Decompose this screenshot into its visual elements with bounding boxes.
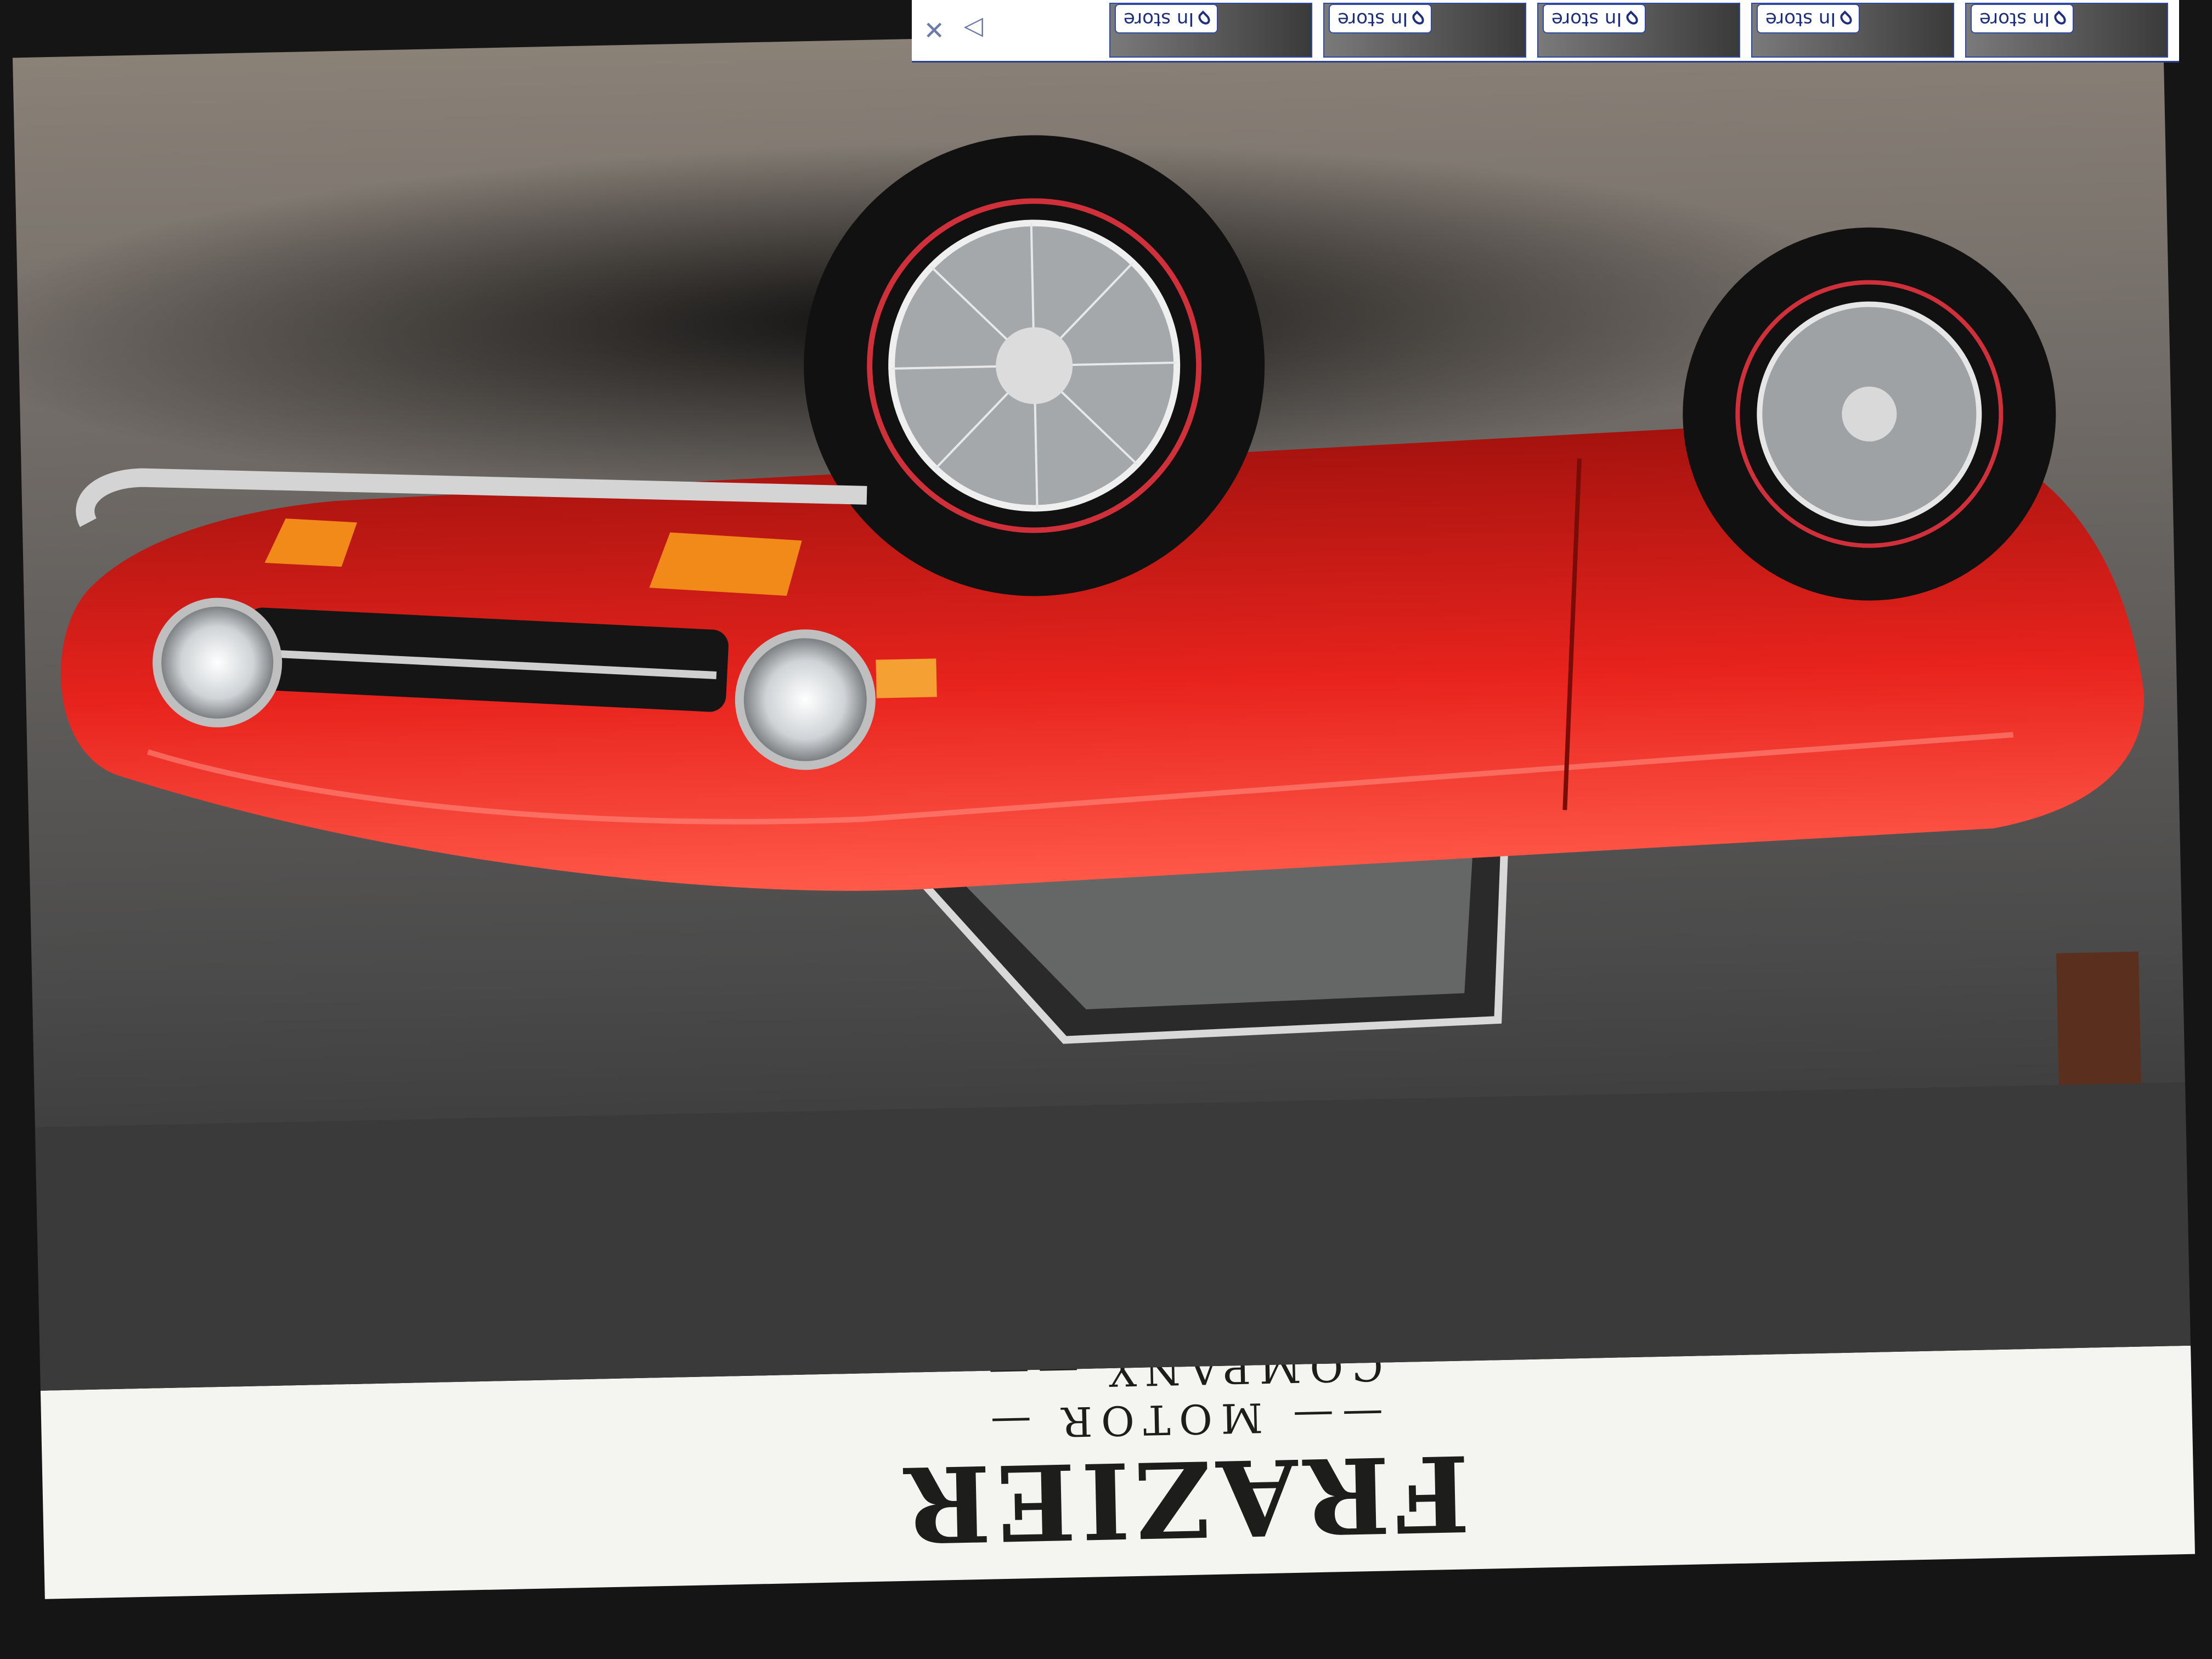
thumbnail-1[interactable]: In store xyxy=(1965,3,2168,58)
adchoices-triangle-icon[interactable]: ▷ xyxy=(964,15,983,44)
in-store-badge: In store xyxy=(1971,4,2074,33)
thumbnail-3[interactable]: In store xyxy=(1537,3,1740,58)
frazier-logo[interactable]: FRAZIER —— MOTOR — COMPANY —— xyxy=(853,1342,1514,1566)
thumbnail-2[interactable]: In store xyxy=(1751,3,1954,58)
logo-partial-text: MOTOR xyxy=(1052,1393,1263,1446)
upside-down-scene: FRAZIER —— MOTOR — COMPANY —— ▷ ✕ In sto… xyxy=(0,0,2212,1659)
car-illustration xyxy=(13,135,2191,1391)
thumbnail-5[interactable]: In store xyxy=(1109,3,1312,58)
thumbnail-strip: ▷ ✕ In store In store In store In store … xyxy=(912,0,2179,63)
location-pin-icon xyxy=(1838,10,1855,27)
hero-car-photo xyxy=(13,13,2191,1391)
location-pin-icon xyxy=(1410,10,1427,27)
headlamp-left xyxy=(735,629,876,770)
close-icon[interactable]: ✕ xyxy=(923,15,945,44)
logo-rule-mid: — xyxy=(981,1398,1054,1447)
in-store-badge: In store xyxy=(1757,4,1860,33)
photo-of-monitor: FRAZIER —— MOTOR — COMPANY —— ▷ ✕ In sto… xyxy=(0,0,2212,1659)
in-store-badge: In store xyxy=(1543,4,1646,33)
in-store-badge: In store xyxy=(1329,4,1432,33)
monitor-screen: FRAZIER —— MOTOR — COMPANY —— xyxy=(13,13,2195,1599)
location-pin-icon xyxy=(1624,10,1641,27)
back-wall xyxy=(35,1082,2191,1391)
side-marker xyxy=(876,658,937,698)
location-pin-icon xyxy=(2052,10,2069,27)
in-store-badge: In store xyxy=(1115,4,1218,33)
indicator-left xyxy=(649,532,802,596)
headlamp-right xyxy=(153,597,283,727)
logo-main-text: FRAZIER xyxy=(898,1431,1471,1566)
thumbnail-4[interactable]: In store xyxy=(1323,3,1526,58)
logo-rule-left: —— xyxy=(1262,1391,1384,1441)
location-pin-icon xyxy=(1196,10,1213,27)
